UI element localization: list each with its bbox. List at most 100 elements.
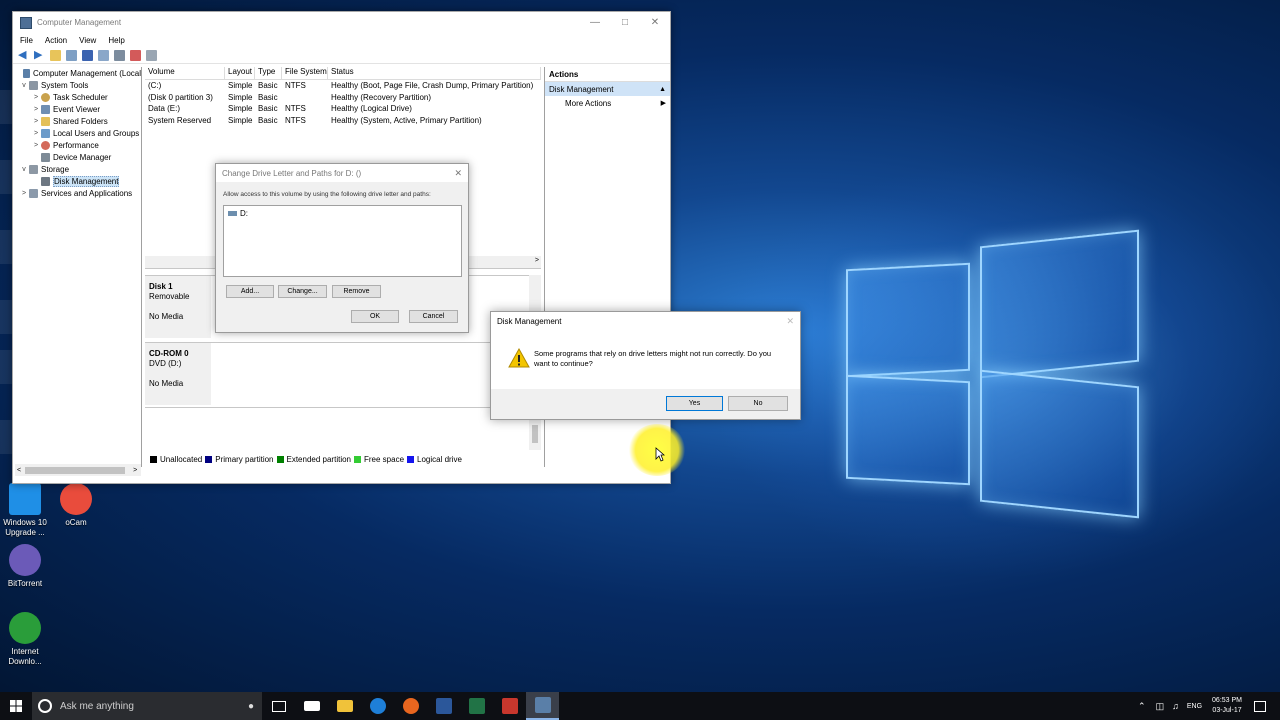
language-indicator[interactable]: ENG: [1187, 703, 1202, 710]
ok-button[interactable]: OK: [351, 310, 399, 323]
column-header-file-system[interactable]: File System: [282, 67, 328, 79]
taskbar-app-computer-management[interactable]: [526, 692, 559, 720]
tree-item-label: Local Users and Groups: [53, 128, 140, 138]
settings-icon[interactable]: [146, 49, 157, 61]
disk-type: Removable: [149, 292, 190, 301]
taskbar-app-ocam[interactable]: [493, 692, 526, 720]
volume-type: Basic: [258, 115, 278, 125]
drive-paths-list[interactable]: D:: [223, 205, 462, 277]
tree-expander[interactable]: >: [31, 130, 41, 137]
tree-expander[interactable]: >: [19, 190, 29, 197]
help-icon[interactable]: [82, 49, 93, 61]
menu-view[interactable]: View: [79, 36, 96, 45]
close-icon[interactable]: ✕: [454, 168, 462, 179]
list-item[interactable]: D:: [228, 209, 248, 218]
notifications-icon[interactable]: [1254, 700, 1266, 712]
add-button[interactable]: Add...: [226, 285, 274, 298]
no-button[interactable]: No: [728, 396, 788, 411]
tree-expander[interactable]: >: [31, 94, 41, 101]
task-view-button[interactable]: [262, 692, 295, 720]
show-hidden-icons-icon[interactable]: ⌃: [1138, 701, 1146, 712]
tree-item-computer-management[interactable]: Computer Management (Local: [15, 67, 141, 79]
minimize-button[interactable]: —: [580, 17, 610, 28]
dialog-message: Some programs that rely on drive letters…: [534, 349, 772, 368]
table-row[interactable]: (C:) Simple Basic NTFS Healthy (Boot, Pa…: [145, 80, 541, 92]
search-box[interactable]: Ask me anything ●: [32, 692, 262, 720]
properties-icon[interactable]: [98, 49, 109, 61]
scroll-right-icon[interactable]: >: [133, 467, 137, 474]
internet-download-manager-icon: [9, 612, 41, 644]
tree-item-local-users-groups[interactable]: > Local Users and Groups: [15, 127, 141, 139]
toolbar: ◀ ▶: [13, 47, 670, 64]
scroll-left-icon[interactable]: <: [17, 467, 21, 474]
scrollbar-thumb[interactable]: [532, 425, 538, 443]
column-header-type[interactable]: Type: [255, 67, 282, 79]
close-icon[interactable]: ✕: [786, 316, 794, 327]
tree-item-performance[interactable]: > Performance: [15, 139, 141, 151]
show-hide-tree-icon[interactable]: [66, 49, 77, 61]
tree-item-shared-folders[interactable]: > Shared Folders: [15, 115, 141, 127]
tree-item-storage[interactable]: v Storage: [15, 163, 141, 175]
collapse-up-icon[interactable]: ▲: [659, 86, 666, 93]
tree-item-disk-management[interactable]: Disk Management: [15, 175, 141, 187]
close-button[interactable]: ✕: [640, 17, 670, 28]
desktop-icon-windows10-upgrade[interactable]: Windows 10 Upgrade ...: [0, 483, 53, 538]
disk-label: Disk 1 Removable No Media: [145, 276, 211, 338]
yes-button[interactable]: Yes: [666, 396, 723, 411]
column-header-layout[interactable]: Layout: [225, 67, 255, 79]
taskbar-app-edge[interactable]: [361, 692, 394, 720]
tree-expander[interactable]: >: [31, 118, 41, 125]
connect-icon[interactable]: [114, 49, 125, 61]
change-button[interactable]: Change...: [278, 285, 327, 298]
table-row[interactable]: (Disk 0 partition 3) Simple Basic Health…: [145, 92, 541, 104]
desktop-icon-ocam[interactable]: oCam: [48, 483, 104, 528]
maximize-button[interactable]: □: [610, 17, 640, 28]
action-more-actions[interactable]: More Actions ▶: [545, 96, 670, 110]
table-row[interactable]: Data (E:) Simple Basic NTFS Healthy (Log…: [145, 103, 541, 115]
tree-item-device-manager[interactable]: Device Manager: [15, 151, 141, 163]
taskbar-app-file-explorer[interactable]: [328, 692, 361, 720]
taskbar-app-firefox[interactable]: [394, 692, 427, 720]
back-icon[interactable]: ◀: [18, 49, 29, 61]
clock[interactable]: 06:53 PM 03-Jul-17: [1212, 696, 1242, 716]
menu-action[interactable]: Action: [45, 36, 67, 45]
word-icon: [435, 698, 452, 714]
scroll-right-icon[interactable]: >: [535, 257, 539, 264]
remove-button[interactable]: Remove: [332, 285, 381, 298]
forward-icon[interactable]: ▶: [34, 49, 45, 61]
desktop-icon-bittorrent[interactable]: BitTorrent: [0, 544, 53, 589]
column-header-status[interactable]: Status: [328, 67, 541, 79]
action-disk-management[interactable]: Disk Management ▲: [545, 82, 670, 96]
tree-item-event-viewer[interactable]: > Event Viewer: [15, 103, 141, 115]
title-bar[interactable]: Computer Management — □ ✕: [13, 12, 670, 33]
menu-file[interactable]: File: [20, 36, 33, 45]
network-icon[interactable]: ◫: [1156, 701, 1165, 712]
table-row[interactable]: System Reserved Simple Basic NTFS Health…: [145, 115, 541, 127]
column-header-volume[interactable]: Volume: [145, 67, 225, 79]
taskbar-app-word[interactable]: [427, 692, 460, 720]
volume-icon[interactable]: ♫: [1172, 701, 1179, 711]
tree-expander[interactable]: v: [19, 166, 29, 173]
microphone-icon[interactable]: ●: [248, 701, 254, 712]
tree-item-task-scheduler[interactable]: > Task Scheduler: [15, 91, 141, 103]
up-folder-icon[interactable]: [50, 49, 61, 61]
tree-expander[interactable]: v: [19, 82, 29, 89]
tree-item-system-tools[interactable]: v System Tools: [15, 79, 141, 91]
tree-item-label: Device Manager: [53, 152, 112, 162]
start-button[interactable]: [0, 692, 32, 720]
menu-help[interactable]: Help: [108, 36, 124, 45]
disk-pane-cdrom0[interactable]: CD-ROM 0 DVD (D:) No Media: [145, 342, 541, 408]
dialog-title-bar[interactable]: Disk Management ✕: [491, 312, 800, 330]
tree-horizontal-scrollbar[interactable]: < >: [15, 464, 141, 476]
taskbar-app-excel[interactable]: [460, 692, 493, 720]
scrollbar-thumb[interactable]: [25, 466, 126, 474]
dialog-title-bar[interactable]: Change Drive Letter and Paths for D: () …: [216, 164, 468, 182]
checkmark-icon[interactable]: [130, 49, 141, 61]
tree-expander[interactable]: >: [31, 142, 41, 149]
tree-expander[interactable]: >: [31, 106, 41, 113]
excel-icon: [468, 698, 485, 714]
desktop-icon-internet-download-manager[interactable]: Internet Downlo...: [0, 612, 53, 667]
tree-item-services-applications[interactable]: > Services and Applications: [15, 187, 141, 199]
taskbar-app-mail[interactable]: [295, 692, 328, 720]
cancel-button[interactable]: Cancel: [409, 310, 458, 323]
